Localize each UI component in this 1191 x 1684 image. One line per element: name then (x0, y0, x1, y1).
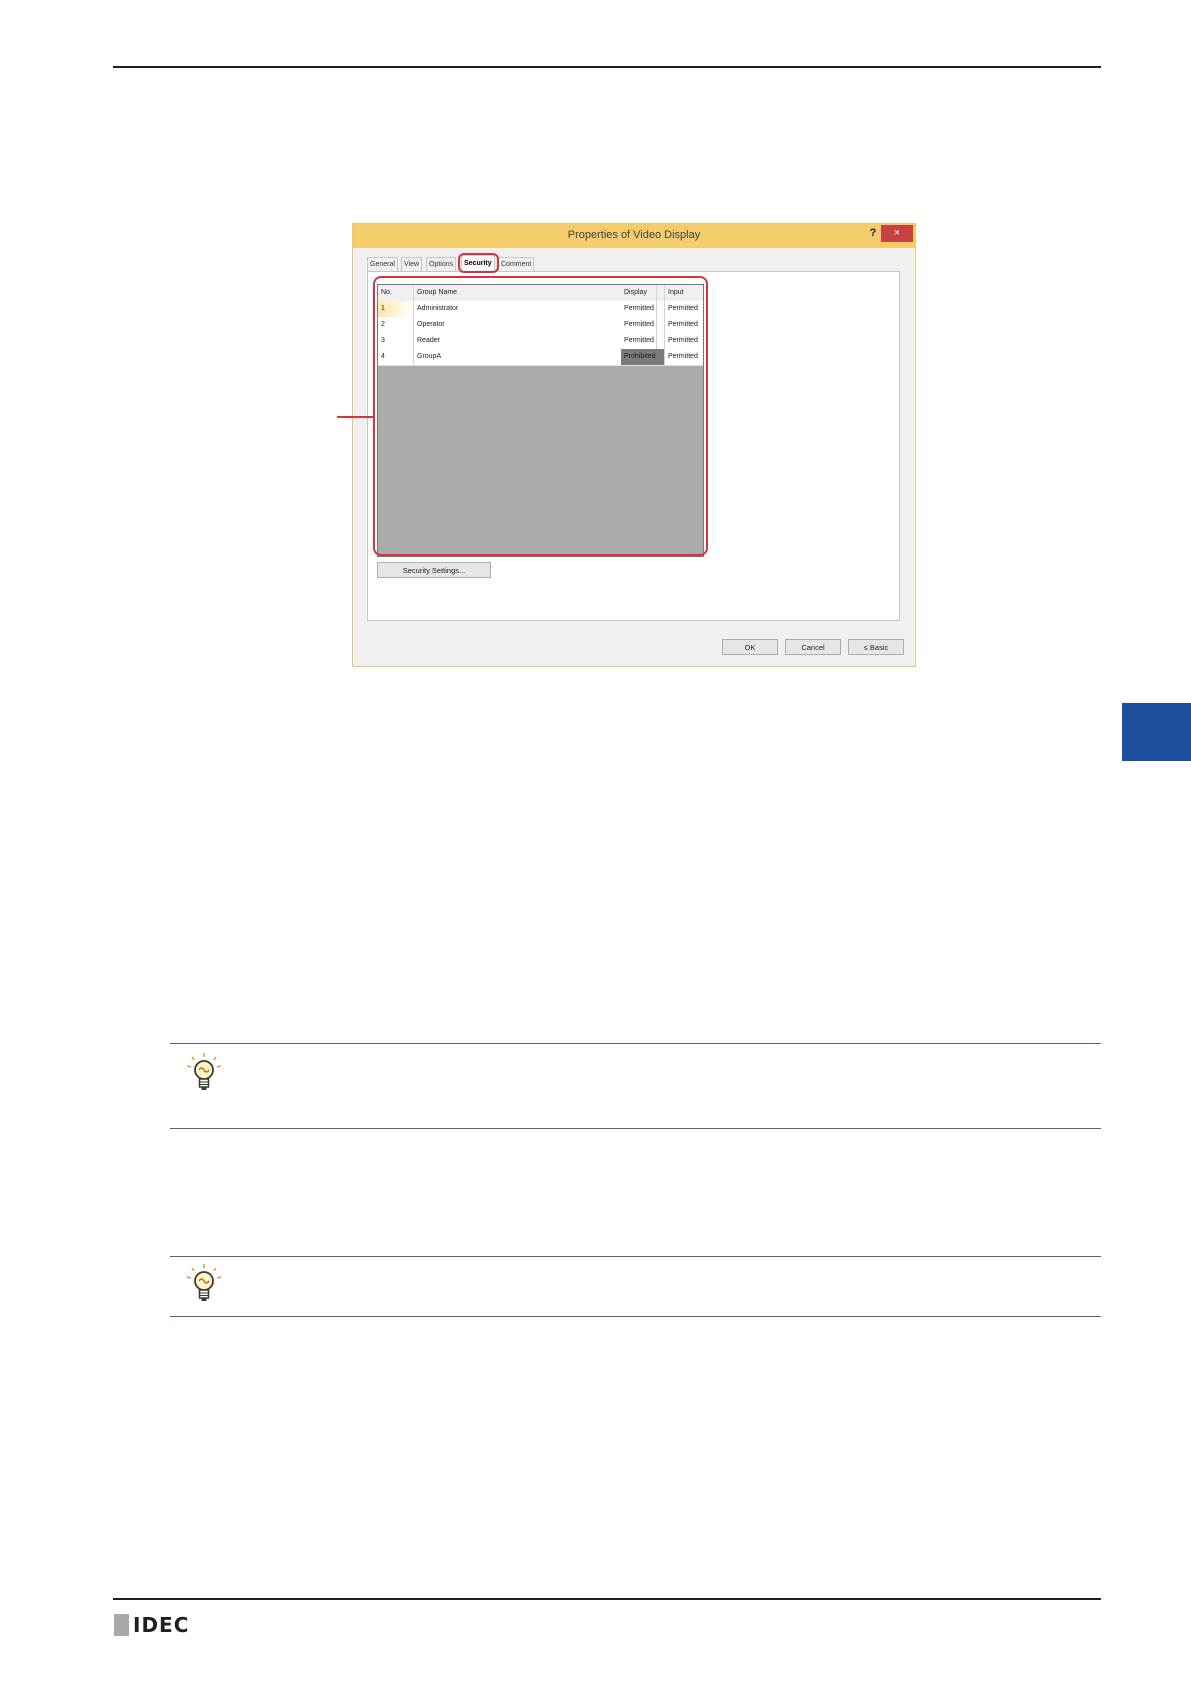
note-top-rule (170, 1043, 1101, 1044)
tab-view[interactable]: View (401, 257, 423, 271)
help-button[interactable]: ? (864, 227, 882, 243)
note-bottom-rule (170, 1128, 1101, 1129)
logo-mark (114, 1614, 129, 1636)
security-tab-highlight (458, 253, 499, 273)
lightbulb-icon (184, 1262, 224, 1306)
logo-text: IDEC (133, 1613, 190, 1637)
tab-options[interactable]: Options (426, 257, 457, 271)
note-top-rule (170, 1256, 1101, 1257)
table-highlight (373, 276, 708, 556)
security-settings-button[interactable]: Security Settings... (377, 562, 491, 578)
cancel-button[interactable]: Cancel (785, 639, 841, 655)
lightbulb-icon (184, 1051, 224, 1095)
dialog-titlebar: Properties of Video Display ? × (353, 224, 915, 248)
ok-button[interactable]: OK (722, 639, 778, 655)
tab-comment[interactable]: Comment (498, 257, 535, 271)
close-button[interactable]: × (881, 225, 913, 242)
header-rule (113, 66, 1101, 68)
dialog-title: Properties of Video Display (567, 229, 701, 241)
properties-dialog: Properties of Video Display ? × General … (352, 223, 916, 667)
note-bottom-rule (170, 1316, 1101, 1317)
basic-button[interactable]: ≤ Basic (848, 639, 904, 655)
footer-rule (113, 1598, 1101, 1600)
chapter-side-tab[interactable] (1122, 703, 1191, 761)
tab-general[interactable]: General (367, 257, 398, 271)
callout-leader-line (337, 416, 373, 418)
